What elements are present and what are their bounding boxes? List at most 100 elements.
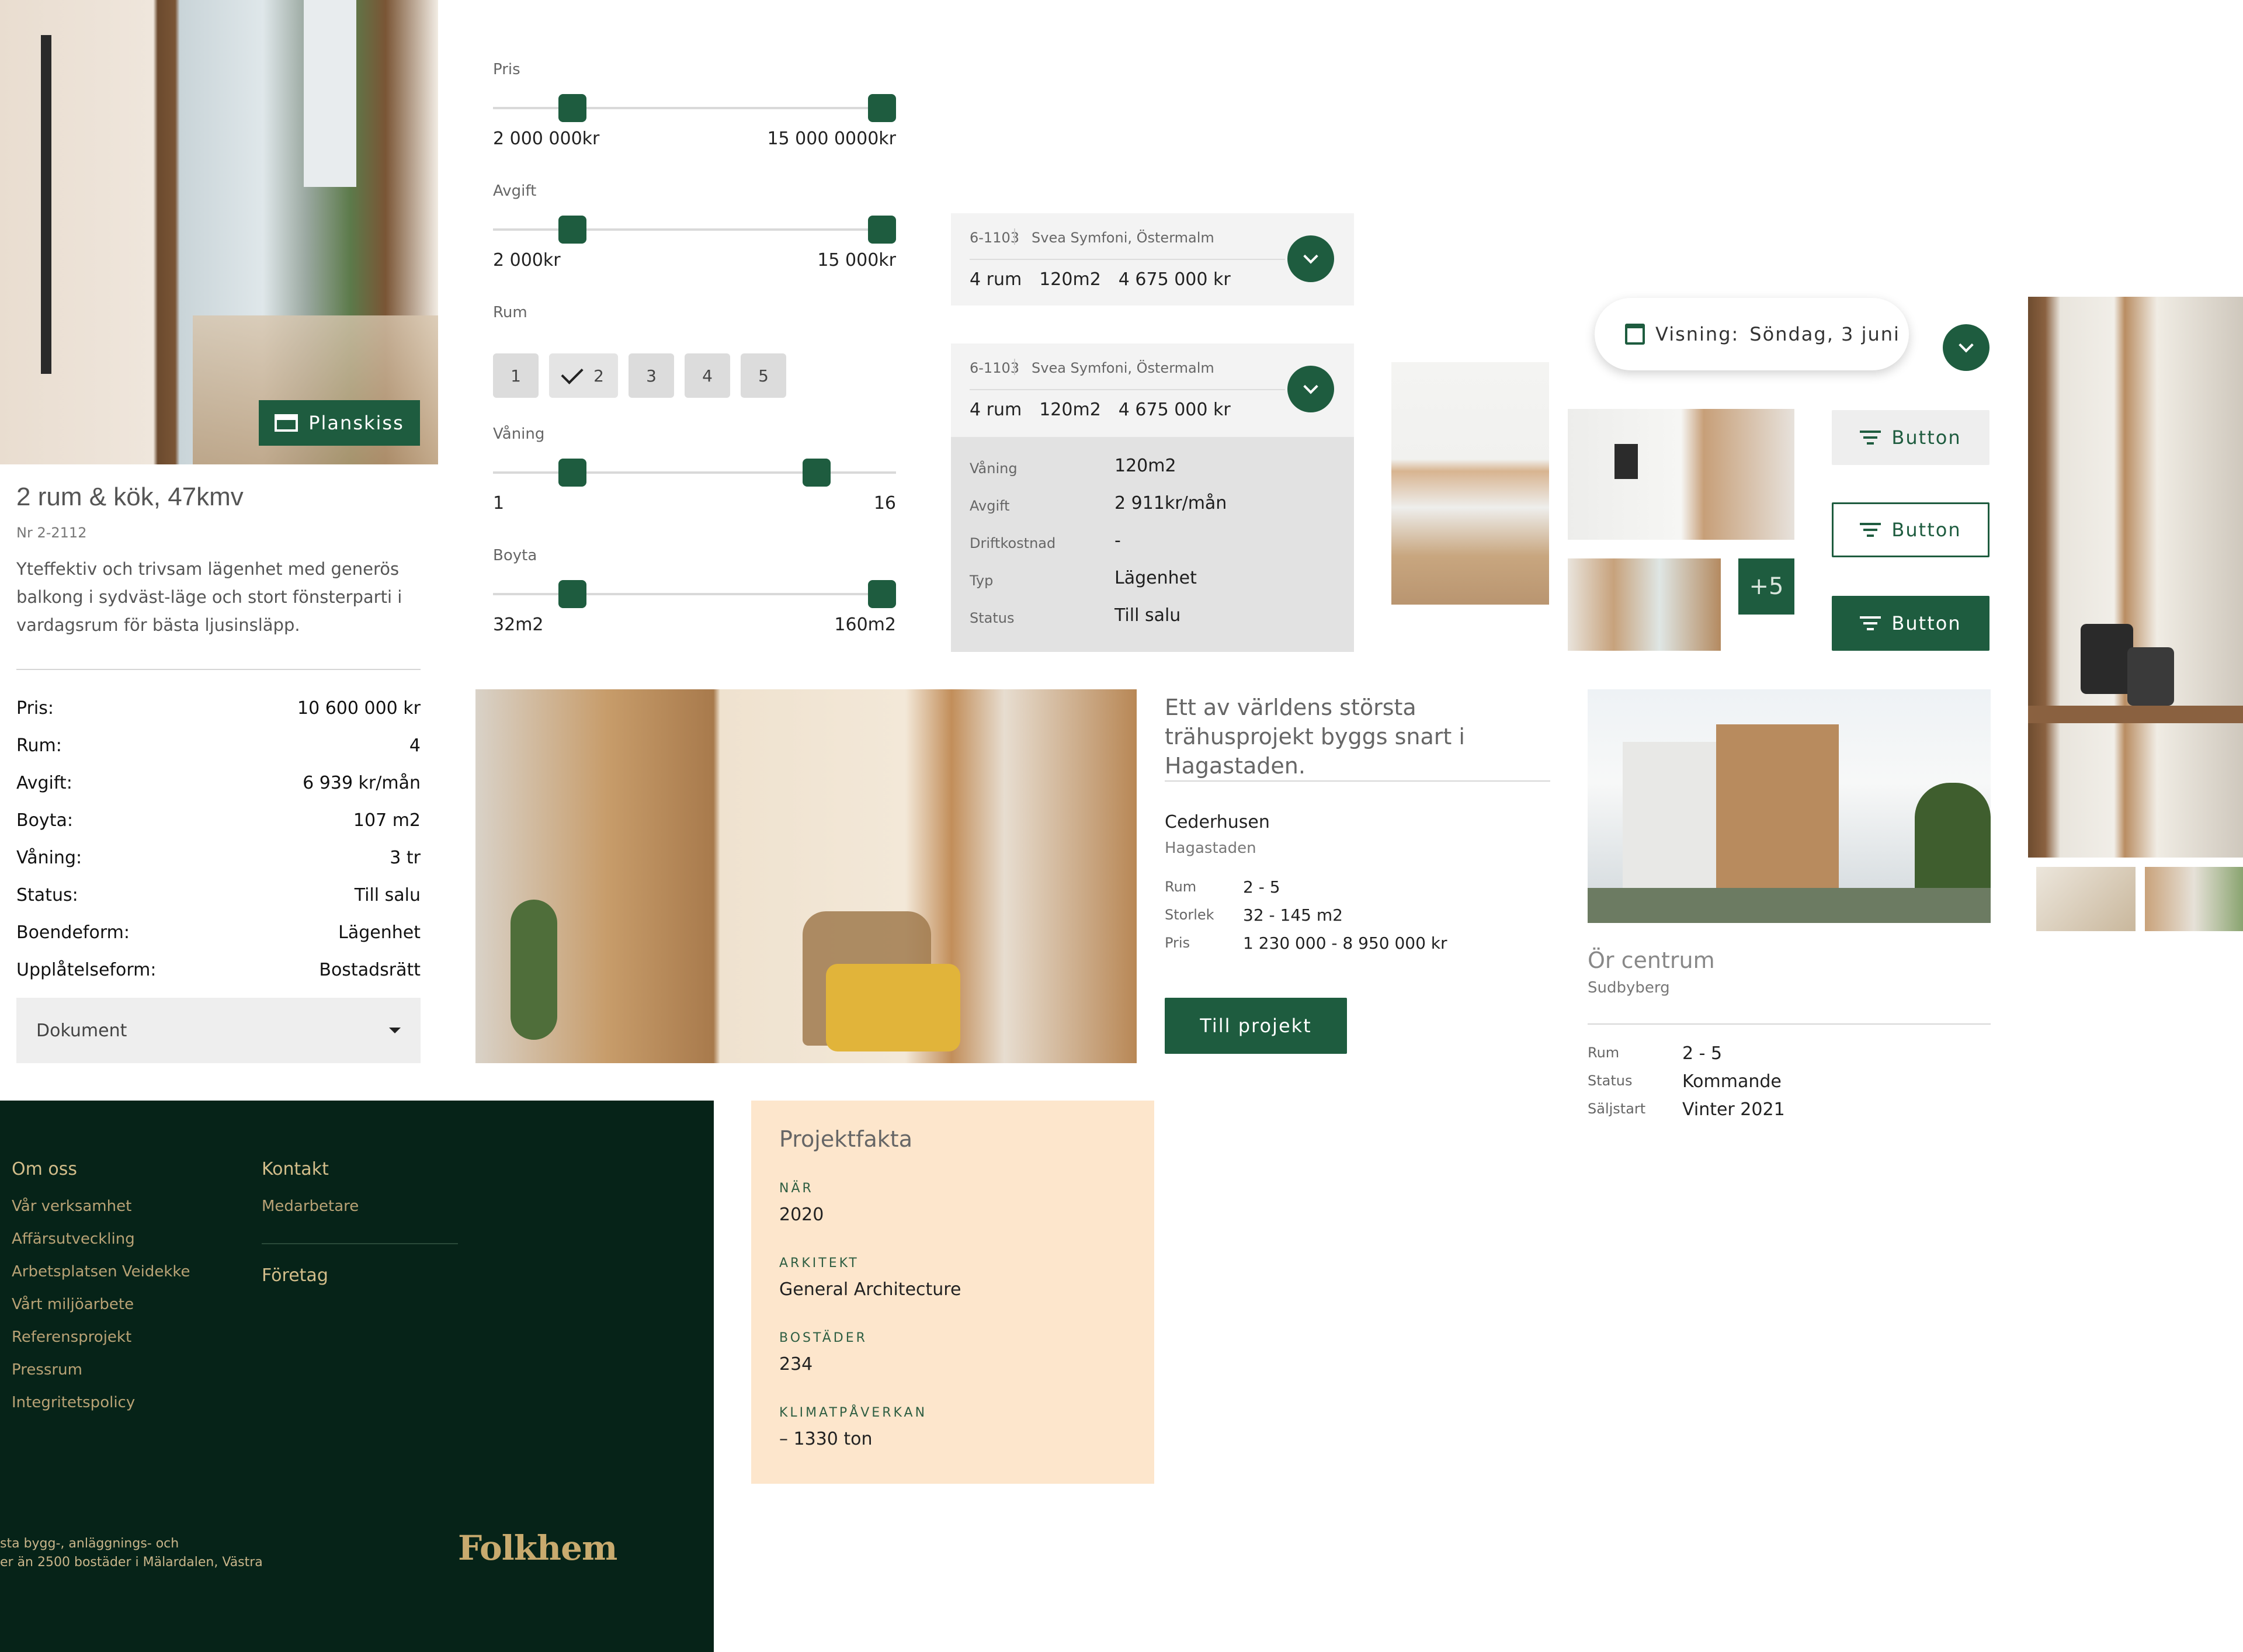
floor-max: 16 [873, 493, 896, 513]
viewing-label: Visning: [1655, 323, 1739, 345]
thumb-rug[interactable] [2036, 867, 2136, 931]
project-area: Hagastaden [1165, 839, 1256, 857]
footer-link[interactable]: Referensprojekt [12, 1328, 131, 1346]
room-chip-3[interactable]: 3 [629, 353, 674, 398]
floor-max-handle[interactable] [803, 459, 831, 487]
fact-row: Våning: 3 tr [16, 847, 421, 868]
footer-col1-title[interactable]: Om oss [12, 1159, 77, 1179]
listing-description: Yteffektiv och trivsam lägenhet med gene… [16, 559, 402, 635]
area-label: Boyta [493, 547, 537, 564]
footer-link[interactable]: Pressrum [12, 1361, 82, 1379]
collapse-button[interactable] [1287, 366, 1334, 412]
project-name: Cederhusen [1165, 812, 1270, 832]
project-headline: Ett av världens största trähusprojekt by… [1165, 695, 1465, 779]
project2-area: Sudbyberg [1588, 979, 1670, 997]
footer-about-line2: er än 2500 bostäder i Mälardalen, Västra [0, 1555, 263, 1570]
planskiss-label: Planskiss [308, 412, 404, 434]
fact-row: Upplåtelseform: Bostadsrätt [16, 959, 421, 980]
filter-panel: Pris 2 000 000kr 15 000 0000kr Avgift 2 … [493, 0, 896, 660]
area-min-handle[interactable] [558, 580, 586, 608]
unit-id: 6-1103 [970, 360, 1020, 376]
area-max-handle[interactable] [868, 580, 896, 608]
gallery-thumb-balcony[interactable] [1568, 558, 1721, 651]
gallery-thumb-living[interactable] [1568, 409, 1794, 540]
footer-col3-title[interactable]: Företag [262, 1265, 328, 1286]
room-chip-4[interactable]: 4 [685, 353, 730, 398]
gallery-more-button[interactable]: +5 [1738, 558, 1794, 615]
viewing-dropdown-button[interactable] [1943, 324, 1989, 371]
document-dropdown[interactable]: Dokument [16, 998, 421, 1063]
footer-link[interactable]: Arbetsplatsen Veidekke [12, 1263, 190, 1280]
fact-row: Boendeform: Lägenhet [16, 922, 421, 943]
planskiss-button[interactable]: Planskiss [259, 400, 420, 446]
footer-link[interactable]: Integritetspolicy [12, 1394, 135, 1411]
filter-button-secondary[interactable]: Button [1832, 410, 1989, 465]
rooms-label: Rum [493, 304, 527, 321]
unit-project: Svea Symfoni, Östermalm [1032, 230, 1214, 246]
floor-min: 1 [493, 493, 505, 513]
divider [970, 259, 1285, 260]
filter-button-primary[interactable]: Button [1832, 596, 1989, 651]
fee-track[interactable] [493, 228, 896, 231]
viewing-pill[interactable]: Visning: Söndag, 3 juni [1595, 298, 1909, 370]
footer-link[interactable]: Vår verksamhet [12, 1198, 131, 1215]
projektfakta-card: Projektfakta NÄR 2020 ARKITEKT General A… [751, 1101, 1154, 1484]
project2-name: Ör centrum [1588, 948, 1715, 973]
unit-card-expanded[interactable]: 6-1103 Svea Symfoni, Östermalm 4 rum 120… [951, 343, 1354, 652]
fact-row: Status: Till salu [16, 884, 421, 905]
divider [262, 1243, 458, 1244]
till-projekt-button[interactable]: Till projekt [1165, 998, 1347, 1054]
thumb-room[interactable] [2145, 867, 2243, 931]
price-max-handle[interactable] [868, 94, 896, 122]
kitchen-photo[interactable] [1391, 362, 1549, 605]
unit-summary: 4 rum 120m2 4 675 000 kr [970, 400, 1231, 420]
listing-photo[interactable]: Planskiss [0, 0, 438, 464]
gallery-more-count: +5 [1749, 573, 1784, 600]
filter-button-outline[interactable]: Button [1832, 502, 1989, 557]
building-photo[interactable] [1588, 689, 1991, 923]
filter-icon [1860, 616, 1881, 630]
price-track[interactable] [493, 107, 896, 109]
fact-row: Pris: 10 600 000 kr [16, 697, 421, 719]
fact-row: Boyta: 107 m2 [16, 810, 421, 831]
unit-card-collapsed[interactable]: 6-1103 Svea Symfoni, Östermalm 4 rum 120… [951, 213, 1354, 306]
document-dropdown-label: Dokument [36, 1020, 127, 1041]
window-plants-photo[interactable] [2028, 297, 2243, 858]
price-label: Pris [493, 61, 520, 78]
project-interior-photo[interactable] [475, 689, 1137, 1063]
area-track[interactable] [493, 593, 896, 595]
floor-track[interactable] [493, 471, 896, 474]
check-icon [561, 362, 584, 384]
fee-min-handle[interactable] [558, 216, 586, 244]
listing-number: Nr 2-2112 [16, 525, 87, 541]
expand-button[interactable] [1287, 235, 1334, 282]
room-chip-2[interactable]: 2 [549, 353, 618, 398]
projektfakta-title: Projektfakta [779, 1126, 912, 1152]
filter-icon [1860, 431, 1881, 445]
footer-about-line1: sta bygg-, anläggnings- och [0, 1536, 179, 1551]
unit-id: 6-1103 [970, 230, 1020, 246]
listing-title: 2 rum & kök, 47kmv [16, 483, 244, 511]
footer: Om oss Vår verksamhet Affärsutveckling A… [0, 1101, 714, 1652]
footer-link[interactable]: Medarbetare [262, 1198, 359, 1215]
floor-min-handle[interactable] [558, 459, 586, 487]
viewing-date: Söndag, 3 juni [1749, 323, 1900, 345]
footer-col2-title[interactable]: Kontakt [262, 1159, 329, 1179]
folkhem-logo[interactable]: Folkhem [458, 1528, 617, 1568]
room-chip-5[interactable]: 5 [741, 353, 786, 398]
fee-min: 2 000kr [493, 250, 561, 270]
caret-down-icon [389, 1028, 401, 1033]
unit-project: Svea Symfoni, Östermalm [1032, 360, 1214, 376]
footer-link[interactable]: Affärsutveckling [12, 1230, 135, 1248]
divider [1014, 228, 1015, 245]
fee-max-handle[interactable] [868, 216, 896, 244]
floorplan-icon [275, 414, 298, 432]
divider [1014, 359, 1015, 375]
price-min-handle[interactable] [558, 94, 586, 122]
room-chip-1[interactable]: 1 [493, 353, 539, 398]
footer-link[interactable]: Vårt miljöarbete [12, 1296, 134, 1313]
fee-max: 15 000kr [817, 250, 896, 270]
floor-label: Våning [493, 425, 545, 443]
chevron-down-icon [1303, 379, 1318, 394]
unit-summary: 4 rum 120m2 4 675 000 kr [970, 269, 1231, 290]
